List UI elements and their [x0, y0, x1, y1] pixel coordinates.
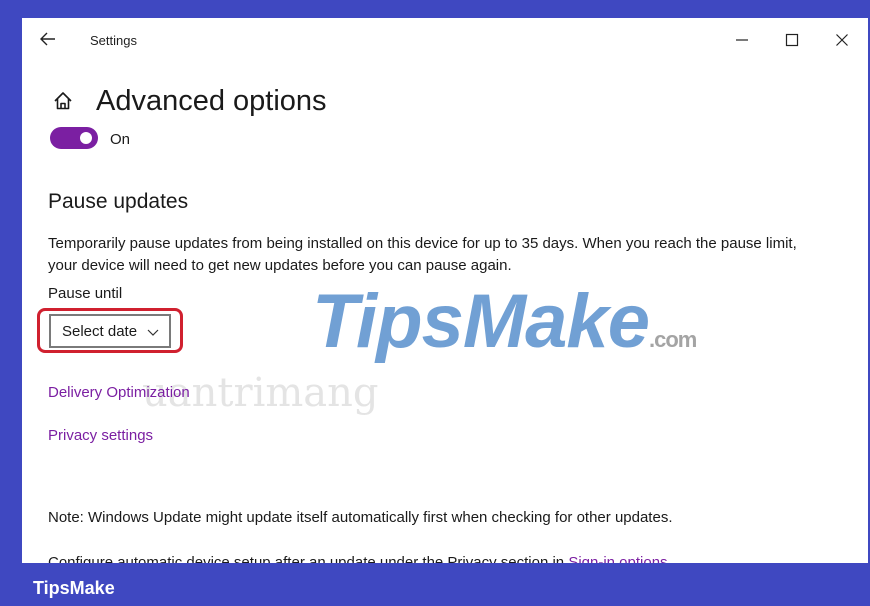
update-note: Note: Windows Update might update itself… [48, 509, 673, 526]
description-line-1: Temporarily pause updates from being ins… [48, 235, 797, 252]
settings-window: Settings Advanced options On Pause updat… [22, 18, 868, 563]
watermark-brand: TipsMake [312, 279, 650, 364]
minimize-icon[interactable] [731, 29, 753, 51]
description-line-2: your device will need to get new updates… [48, 257, 512, 274]
pause-until-label: Pause until [48, 285, 123, 302]
back-arrow-icon[interactable] [38, 29, 58, 49]
toggle-state-label: On [110, 131, 131, 148]
privacy-settings-link[interactable]: Privacy settings [48, 427, 153, 444]
delivery-optimization-link[interactable]: Delivery Optimization [48, 384, 190, 401]
auto-update-toggle[interactable] [50, 127, 98, 149]
close-icon[interactable] [831, 29, 853, 51]
watermark-logo: TipsMake.com [312, 278, 697, 365]
select-date-value: Select date [62, 322, 138, 340]
footer-brand-label: TipsMake [33, 578, 115, 598]
page-title: Advanced options [96, 85, 327, 117]
sign-in-options-link[interactable]: Sign-in options. [568, 554, 671, 563]
title-bar: Settings [22, 18, 868, 62]
watermark-suffix: .com [648, 327, 697, 352]
app-title: Settings [90, 33, 137, 48]
privacy-config-line: Configure automatic device setup after a… [48, 554, 569, 563]
select-date-dropdown[interactable]: Select date [49, 314, 171, 348]
privacy-config-text: Configure automatic device setup after a… [48, 554, 672, 563]
footer-banner [0, 563, 870, 606]
pause-description: Temporarily pause updates from being ins… [48, 233, 848, 277]
toggle-knob [80, 132, 92, 144]
home-icon[interactable] [52, 90, 74, 112]
section-title-pause-updates: Pause updates [48, 190, 189, 213]
chevron-down-icon [147, 325, 159, 337]
maximize-icon[interactable] [781, 29, 803, 51]
